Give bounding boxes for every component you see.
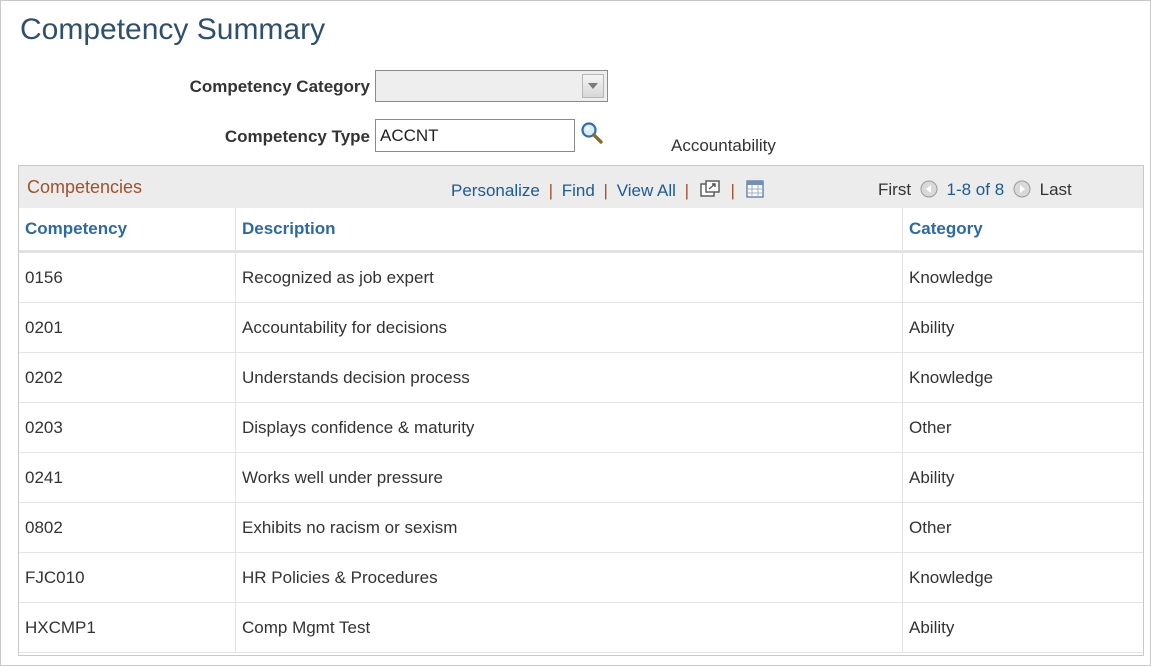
description-cell: Accountability for decisions [235, 302, 903, 353]
competency-type-label: Competency Type [224, 127, 370, 146]
separator: | [730, 181, 735, 200]
description-cell: Exhibits no racism or sexism [235, 502, 903, 553]
category-cell: Knowledge [902, 352, 1143, 403]
competency-cell: 0156 [19, 251, 236, 303]
table-row: 0241 Works well under pressure Ability [19, 452, 1143, 503]
competency-category-select[interactable] [375, 70, 608, 102]
competency-cell: 0201 [19, 302, 236, 353]
table-row: FJC010 HR Policies & Procedures Knowledg… [19, 552, 1143, 603]
first-link: First [878, 180, 912, 199]
competency-category-label: Competency Category [189, 77, 370, 96]
competency-cell: 0203 [19, 402, 236, 453]
column-header-description[interactable]: Description [235, 208, 903, 253]
previous-arrow-icon[interactable] [920, 180, 938, 203]
personalize-link[interactable]: Personalize [451, 181, 540, 200]
grid-header: Competencies Personalize | Find | View A… [19, 166, 1143, 209]
category-cell: Other [902, 402, 1143, 453]
separator: | [603, 181, 608, 200]
page-title: Competency Summary [20, 13, 326, 46]
view-all-link[interactable]: View All [617, 181, 676, 200]
category-cell: Ability [902, 302, 1143, 353]
table-row: 0202 Understands decision process Knowle… [19, 352, 1143, 403]
find-link[interactable]: Find [562, 181, 595, 200]
table-row: 0802 Exhibits no racism or sexism Other [19, 502, 1143, 553]
competencies-grid: Competencies Personalize | Find | View A… [18, 165, 1144, 656]
row-count: 1-8 of 8 [946, 180, 1005, 199]
description-cell: Displays confidence & maturity [235, 402, 903, 453]
separator: | [548, 181, 553, 200]
category-cell: Ability [902, 602, 1143, 653]
competency-cell: 0202 [19, 352, 236, 403]
competencies-table: Competency Description Category 0156 Rec… [19, 208, 1143, 653]
description-cell: Understands decision process [235, 352, 903, 403]
grid-download-icon[interactable] [746, 180, 764, 203]
competency-cell: 0802 [19, 502, 236, 553]
column-header-competency[interactable]: Competency [19, 208, 236, 253]
description-cell: Works well under pressure [235, 452, 903, 503]
table-header-row: Competency Description Category [19, 208, 1143, 253]
table-row: HXCMP1 Comp Mgmt Test Ability [19, 602, 1143, 653]
competency-cell: FJC010 [19, 552, 236, 603]
grid-toolbar: Personalize | Find | View All | | [451, 180, 766, 203]
column-header-category[interactable]: Category [902, 208, 1143, 253]
competency-type-description: Accountability [671, 136, 776, 155]
description-cell: Recognized as job expert [235, 251, 903, 303]
last-link: Last [1039, 180, 1072, 199]
magnifier-icon[interactable] [580, 121, 604, 145]
next-arrow-icon[interactable] [1013, 180, 1031, 203]
category-cell: Other [902, 502, 1143, 553]
table-row: 0203 Displays confidence & maturity Othe… [19, 402, 1143, 453]
grid-pager: First 1-8 of 8 Last [878, 180, 1072, 203]
separator: | [684, 181, 690, 200]
chevron-down-icon[interactable] [582, 74, 604, 98]
category-cell: Ability [902, 452, 1143, 503]
competency-cell: HXCMP1 [19, 602, 236, 653]
competency-cell: 0241 [19, 452, 236, 503]
table-row: 0201 Accountability for decisions Abilit… [19, 302, 1143, 353]
competency-type-input[interactable] [375, 119, 575, 152]
table-row: 0156 Recognized as job expert Knowledge [19, 251, 1143, 303]
description-cell: HR Policies & Procedures [235, 552, 903, 603]
description-cell: Comp Mgmt Test [235, 602, 903, 653]
category-cell: Knowledge [902, 552, 1143, 603]
category-cell: Knowledge [902, 251, 1143, 303]
grid-title: Competencies [27, 177, 143, 197]
new-window-icon[interactable] [700, 180, 720, 203]
